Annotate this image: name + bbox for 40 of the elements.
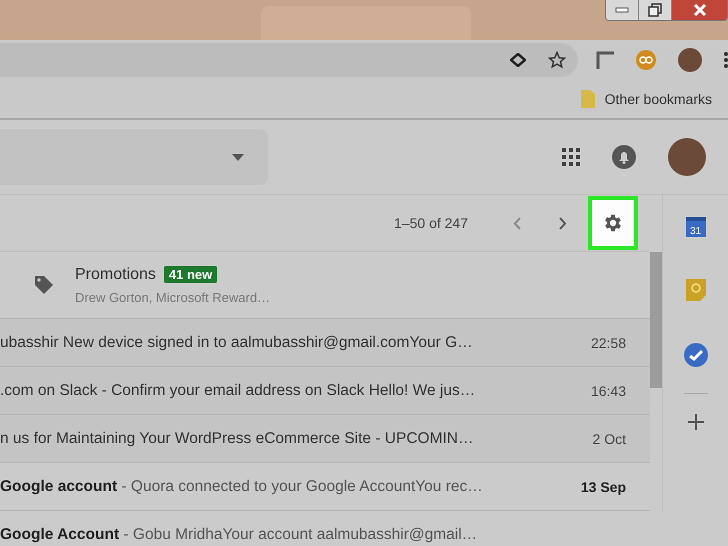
search-field[interactable] [0,129,268,185]
new-count-badge: 41 new [164,266,218,283]
email-date: 16:43 [590,382,627,398]
settings-button[interactable] [588,196,638,250]
minimize-icon [615,7,629,13]
restore-icon [648,3,662,17]
profile-avatar[interactable] [678,48,702,72]
email-summary: n us for Maintaining Your WordPress eCommerce Site - UPCOMIN… [0,430,474,448]
profile-avatar[interactable] [668,138,706,176]
email-row[interactable]: .com on Slack - Confirm your email address on Slack Hello! We jus… 16:43 [0,366,650,414]
caret-icon[interactable] [232,154,244,160]
tag-icon [34,275,54,295]
calendar-icon[interactable]: 31 [686,217,706,237]
settings-icon [602,212,624,234]
email-row[interactable]: n us for Maintaining Your WordPress eCommerce Site - UPCOMIN… 2 Oct [0,414,650,462]
scrollbar[interactable] [650,252,662,388]
email-date: 2 Oct [592,430,627,446]
sender-names: Drew Gorton, Microsoft Reward… [75,290,270,304]
tasks-icon[interactable] [684,343,708,367]
email-date: 13 Sep [580,478,627,494]
plus-icon[interactable] [688,414,704,430]
bookmark-folder[interactable]: Other bookmarks [580,90,712,108]
email-row[interactable]: ubasshir New device signed in to aalmubasshir@gmail.comYour G… 22:58 [0,318,650,366]
restore-button[interactable] [639,0,672,20]
email-summary: ubasshir New device signed in to aalmubasshir@gmail.comYour G… [0,334,474,352]
email-summary: Google Account - Gobu MridhaYour account aalmubasshir@gmail… [0,526,478,544]
page-range: 1–50 of 247 [394,215,468,231]
email-date: 22:58 [590,334,627,350]
menu-icon[interactable] [724,52,728,68]
apps-grid-icon[interactable] [562,148,580,166]
bell-icon[interactable] [612,145,636,169]
close-icon [692,4,706,16]
email-summary: .com on Slack - Confirm your email address on Slack Hello! We jus… [0,382,476,400]
chevron-right-icon[interactable] [559,216,567,230]
category-label[interactable]: Promotions [75,266,156,284]
close-button[interactable] [672,0,727,20]
folder-icon [580,90,595,108]
email-summary: Google account - Quora connected to your Google AccountYou rec… [0,478,484,496]
minimize-button[interactable] [606,0,639,20]
star-icon[interactable] [548,51,566,69]
